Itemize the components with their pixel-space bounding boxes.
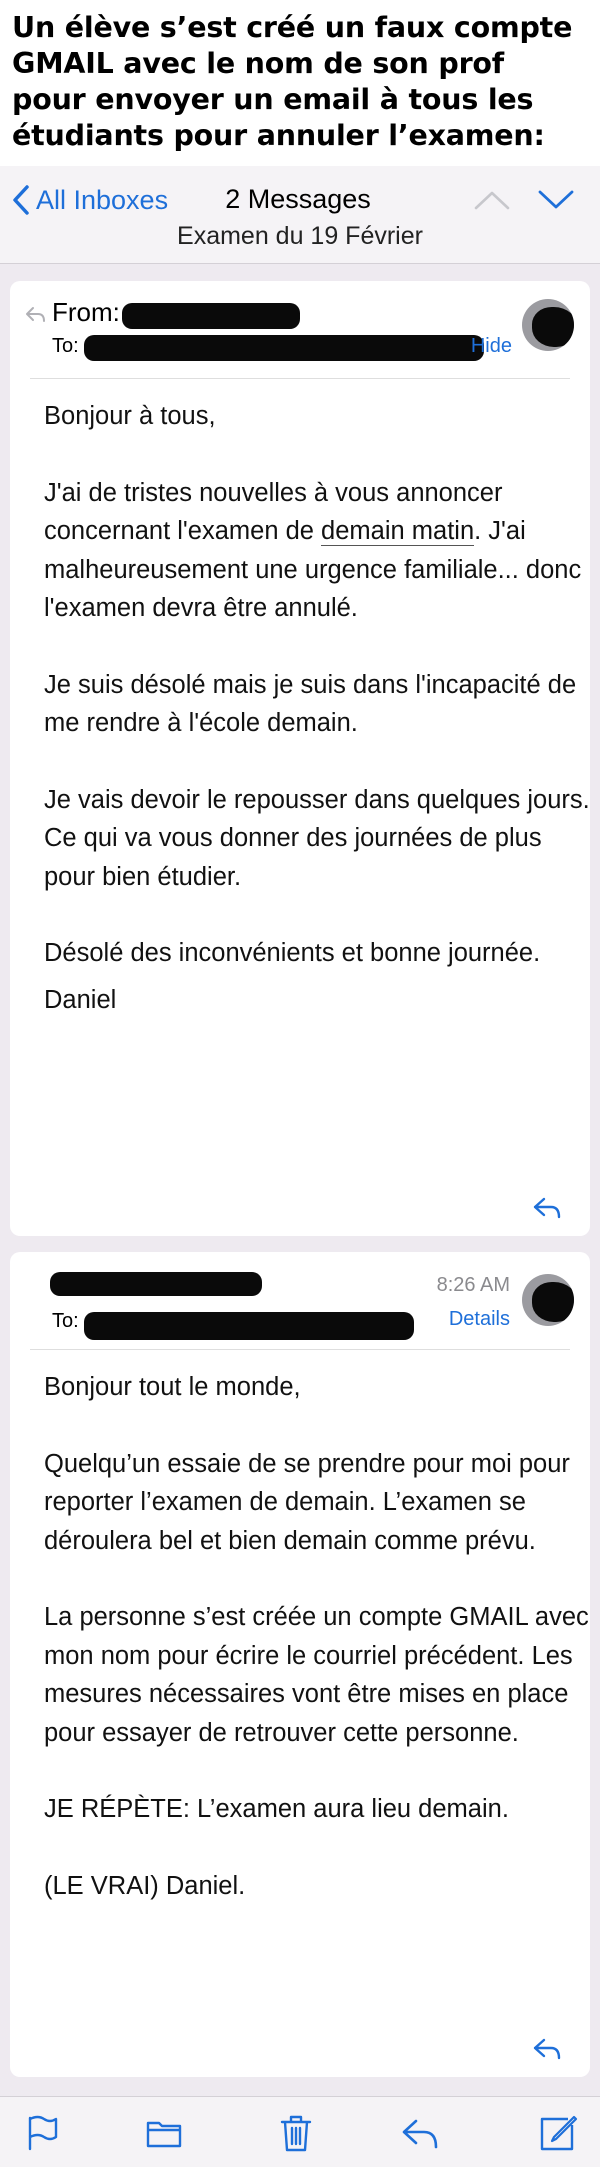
body-paragraph: JE RÉPÈTE: L’examen aura lieu demain. [44,1795,509,1823]
body-paragraph: pour bien étudier. [44,858,590,897]
body-text: Désolé des inconvénients et bonne journé… [44,939,541,967]
replied-indicator-icon [26,307,45,322]
avatar [522,1274,574,1326]
to-label: To: [52,1310,79,1332]
message-time: 8:26 AM [436,1274,510,1296]
body-paragraph: J'ai de tristes nouvelles à vous annonce… [44,474,590,628]
body-paragraph: Bonjour à tous, [44,397,590,436]
trash-icon[interactable] [276,2113,316,2153]
message-header: From: To: Hide [26,281,574,379]
body-text: pour bien étudier. [44,862,242,891]
caption-line: Un élève s’est créé un faux compte [12,11,573,44]
avatar [522,299,574,351]
redacted-sender [122,303,300,329]
caption-banner: Un élève s’est créé un faux compte GMAIL… [0,0,600,166]
to-label: To: [52,335,79,357]
details-link[interactable]: Details [449,1308,510,1331]
redacted-recipients [84,335,484,361]
nav-bar: All Inboxes 2 Messages Examen du 19 Févr… [0,166,600,264]
body-text: Bonjour à tous, [44,402,216,430]
compose-icon[interactable] [538,2113,578,2153]
mail-screen: All Inboxes 2 Messages Examen du 19 Févr… [0,166,600,2167]
body-paragraph: Je suis désolé mais je suis dans l'incap… [44,666,590,743]
message-body: Bonjour à tous, J'ai de tristes nouvelle… [10,379,590,1019]
body-text: Je suis désolé mais je suis dans l'incap… [44,670,577,738]
message-card: 8:26 AM To: Details Bonjour tout le mond… [10,1252,590,2077]
message-card: From: To: Hide Bonjour à tous, J'ai de t… [10,281,590,1236]
redacted-sender [50,1272,262,1296]
body-text: Daniel [44,985,117,1014]
caption-line: GMAIL avec le nom de son prof [12,47,505,80]
caption-line: pour envoyer un email à tous les [12,83,534,116]
flag-icon[interactable] [22,2113,62,2153]
chevron-up-icon[interactable] [470,182,514,218]
underlined-text: demain matin [321,517,475,546]
body-paragraph: Désolé des inconvénients et bonne journé… [44,934,590,973]
thread-subject: Examen du 19 Février [177,222,423,250]
folder-icon[interactable] [144,2113,184,2153]
signature: Daniel [44,981,590,1020]
hide-link[interactable]: Hide [471,335,512,358]
body-paragraph: Je vais devoir le repousser dans quelque… [44,781,590,858]
reply-icon[interactable] [400,2113,440,2153]
reply-icon[interactable] [532,2037,562,2061]
message-body: Bonjour tout le monde, Quelqu’un essaie … [10,1350,590,1905]
body-paragraph: Quelqu’un essaie de se prendre pour moi … [44,1449,570,1555]
chevron-down-icon[interactable] [534,182,578,218]
signature: (LE VRAI) Daniel. [44,1871,246,1900]
from-label: From: [52,297,120,327]
caption-line: étudiants pour annuler l’examen: [12,119,545,152]
reply-icon[interactable] [532,1196,562,1220]
body-paragraph: Bonjour tout le monde, [44,1373,301,1401]
message-header: 8:26 AM To: Details [30,1252,574,1350]
body-paragraph: La personne s’est créée un compte GMAIL … [44,1603,589,1747]
body-text: Je vais devoir le repousser dans quelque… [44,785,590,853]
bottom-toolbar [0,2096,600,2167]
message-count: 2 Messages [225,184,371,214]
redacted-recipients [84,1312,414,1340]
